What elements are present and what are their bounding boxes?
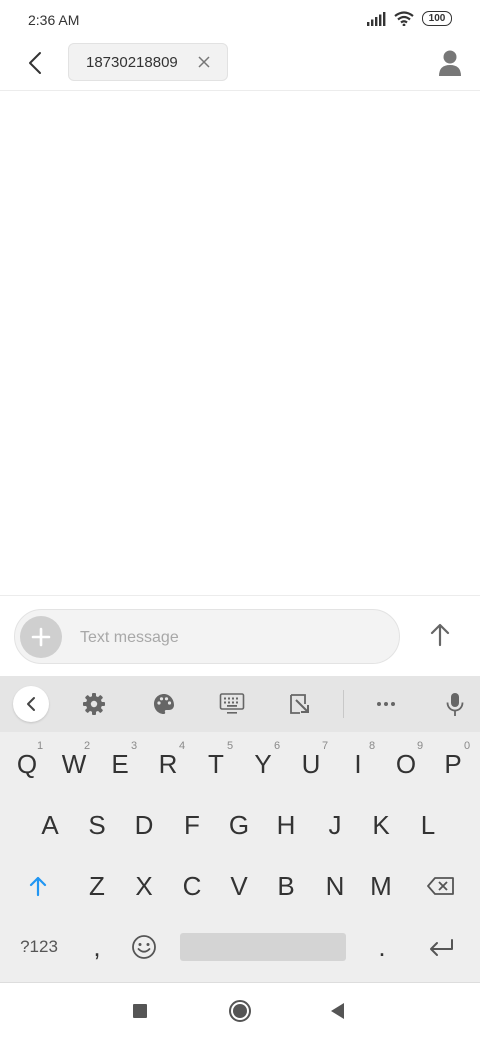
backspace-icon <box>427 877 454 895</box>
system-nav-bar <box>0 983 480 1040</box>
key-v[interactable]: V <box>219 860 259 912</box>
battery-icon: 100 <box>422 11 452 26</box>
compose-divider <box>0 595 480 596</box>
key-comma[interactable]: , <box>77 921 117 973</box>
key-f[interactable]: F <box>172 799 212 851</box>
back-button[interactable] <box>20 48 50 78</box>
send-button[interactable] <box>424 619 456 651</box>
remove-recipient-button[interactable] <box>195 53 213 71</box>
attach-button[interactable] <box>20 616 62 658</box>
key-hint-7: 7 <box>322 740 329 752</box>
key-hint-9: 9 <box>417 740 424 752</box>
theme-button[interactable] <box>150 690 178 718</box>
triangle-back-icon <box>331 1003 344 1019</box>
symbols-key[interactable]: ?123 <box>14 921 64 973</box>
key-period[interactable]: . <box>362 921 402 973</box>
resize-button[interactable] <box>286 690 314 718</box>
enter-icon <box>430 939 453 956</box>
contact-button[interactable] <box>436 48 464 78</box>
emoji-key[interactable] <box>124 921 164 973</box>
gear-icon <box>83 693 105 715</box>
wifi-icon <box>394 11 414 26</box>
key-d[interactable]: D <box>124 799 164 851</box>
key-hint-1: 1 <box>37 740 44 752</box>
square-icon <box>133 1004 147 1018</box>
home-button[interactable] <box>226 997 254 1025</box>
mic-icon <box>446 693 464 716</box>
key-hint-6: 6 <box>274 740 281 752</box>
person-icon <box>439 50 461 76</box>
shift-arrow-icon <box>29 876 47 897</box>
message-input[interactable] <box>80 627 380 649</box>
nav-back-button[interactable] <box>326 1000 348 1022</box>
chevron-left-icon <box>29 52 41 74</box>
key-s[interactable]: S <box>77 799 117 851</box>
key-hint-0: 0 <box>464 740 471 752</box>
key-row-1: Q W E R T Y U I O P 1 2 3 4 5 6 7 8 9 0 <box>0 732 480 796</box>
shift-key[interactable] <box>18 860 58 912</box>
more-icon <box>377 702 395 706</box>
voice-input-button[interactable] <box>441 690 469 718</box>
key-h[interactable]: H <box>266 799 306 851</box>
recipient-number: 18730218809 <box>86 53 178 71</box>
space-key[interactable] <box>180 933 346 961</box>
backspace-key[interactable] <box>421 860 461 912</box>
key-row-2: A S D F G H J K L <box>0 797 480 857</box>
key-z[interactable]: Z <box>77 860 117 912</box>
resize-icon <box>290 694 309 714</box>
key-a[interactable]: A <box>30 799 70 851</box>
keyboard-icon <box>219 693 245 714</box>
status-icons: 100 <box>366 11 452 26</box>
signal-icon <box>367 11 386 26</box>
arrow-up-icon <box>430 623 450 647</box>
key-c[interactable]: C <box>172 860 212 912</box>
keyboard-mode-button[interactable] <box>218 690 246 718</box>
recipient-chip[interactable]: 18730218809 <box>68 43 228 81</box>
recents-button[interactable] <box>130 1001 150 1021</box>
palette-icon <box>154 694 174 714</box>
key-hint-3: 3 <box>131 740 138 752</box>
key-hint-4: 4 <box>179 740 186 752</box>
circle-icon <box>229 1000 251 1022</box>
status-time: 2:36 AM <box>28 12 80 28</box>
key-j[interactable]: J <box>315 799 355 851</box>
key-x[interactable]: X <box>124 860 164 912</box>
key-b[interactable]: B <box>266 860 306 912</box>
more-button[interactable] <box>372 690 400 718</box>
key-hint-5: 5 <box>227 740 234 752</box>
enter-key[interactable] <box>421 921 461 973</box>
settings-button[interactable] <box>80 690 108 718</box>
plus-icon <box>31 627 51 647</box>
key-hint-2: 2 <box>84 740 91 752</box>
key-l[interactable]: L <box>408 799 448 851</box>
key-g[interactable]: G <box>219 799 259 851</box>
key-n[interactable]: N <box>315 860 355 912</box>
key-hint-8: 8 <box>369 740 376 752</box>
close-icon <box>198 56 210 68</box>
chevron-left-icon <box>27 697 35 711</box>
toolbar-separator <box>343 690 344 718</box>
key-k[interactable]: K <box>361 799 401 851</box>
key-m[interactable]: M <box>361 860 401 912</box>
key-row-3: Z X C V B N M <box>0 858 480 918</box>
emoji-icon <box>132 935 156 959</box>
toolbar-back-button[interactable] <box>13 686 49 722</box>
message-list <box>0 91 480 595</box>
